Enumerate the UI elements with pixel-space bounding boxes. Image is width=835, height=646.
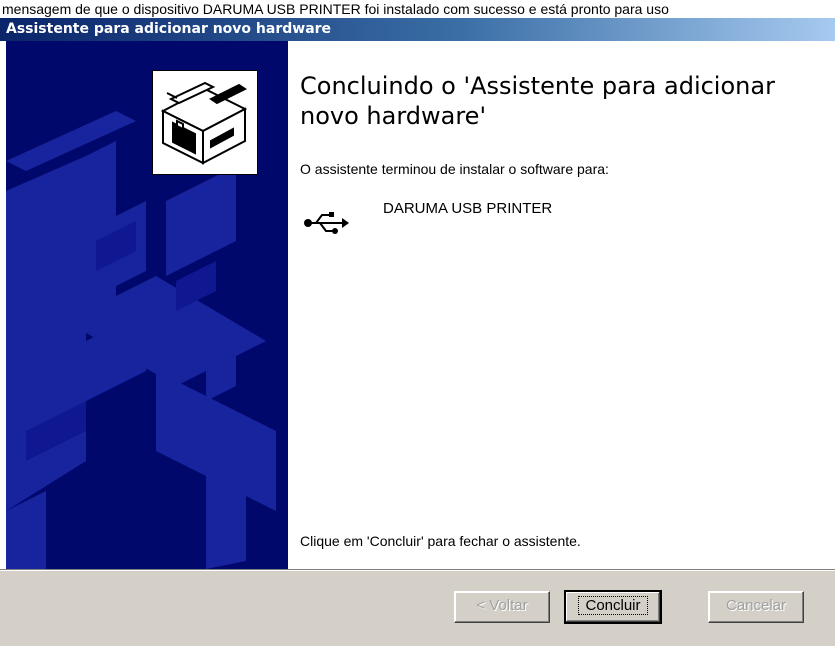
finish-button[interactable]: Concluir xyxy=(564,590,662,624)
background-caption: mensagem de que o dispositivo DARUMA USB… xyxy=(0,0,835,18)
hardware-icon xyxy=(152,70,258,175)
cancel-button[interactable]: Cancelar xyxy=(708,591,804,623)
back-button[interactable]: < Voltar xyxy=(454,591,550,623)
device-name: DARUMA USB PRINTER xyxy=(383,200,553,217)
usb-icon xyxy=(302,209,350,237)
intro-text: O assistente terminou de instalar o soft… xyxy=(300,161,609,177)
wizard-heading: Concluindo o 'Assistente para adicionar … xyxy=(300,72,775,130)
finish-instruction: Clique em 'Concluir' para fechar o assis… xyxy=(300,533,581,549)
wizard-content: Concluindo o 'Assistente para adicionar … xyxy=(288,41,835,569)
title-bar[interactable]: Assistente para adicionar novo hardware xyxy=(0,18,835,41)
button-bar: < Voltar Concluir Cancelar xyxy=(0,571,835,646)
window-title: Assistente para adicionar novo hardware xyxy=(6,21,332,37)
finish-button-label: Concluir xyxy=(578,596,648,615)
